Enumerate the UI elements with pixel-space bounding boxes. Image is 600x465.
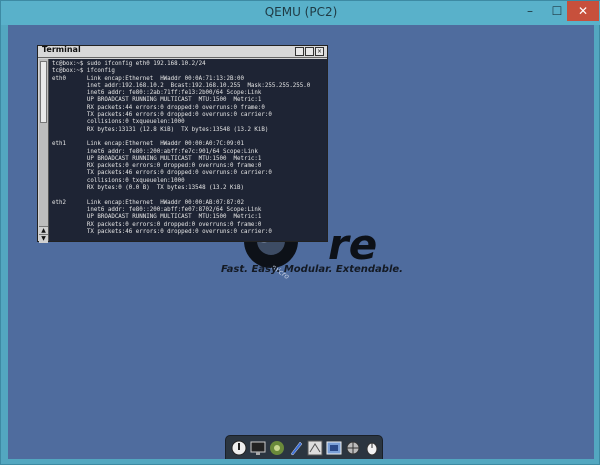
terminal-titlebar[interactable]: Terminal × [38, 45, 327, 58]
control-panel-icon[interactable] [306, 439, 324, 457]
packages-icon[interactable] [268, 439, 286, 457]
wbar-dock [225, 435, 383, 459]
editor-icon[interactable] [287, 439, 305, 457]
mouse-icon[interactable] [363, 439, 381, 457]
tagline: Fast. Easy. Modular. Extendable. [221, 264, 403, 275]
network-icon[interactable] [344, 439, 362, 457]
power-icon[interactable] [230, 439, 248, 457]
terminal-maximize-button[interactable] [305, 47, 314, 56]
terminal-window[interactable]: Terminal × ▲ ▼ tc@box:~$ sudo ifconfig e… [37, 45, 328, 243]
terminal-text: tc@box:~$ sudo ifconfig eth0 192.168.10.… [52, 61, 311, 235]
terminal-scrollbar[interactable]: ▲ ▼ [39, 59, 49, 243]
window-title: QEMU (PC2) [264, 5, 338, 19]
terminal-close-button[interactable]: × [315, 47, 324, 56]
minimize-button[interactable]: – [517, 1, 543, 21]
terminal-title: Terminal [42, 45, 81, 54]
vm-screen[interactable]: re my micro Fast. Easy. Modular. Extenda… [8, 25, 594, 459]
close-button[interactable]: ✕ [567, 1, 599, 21]
apps-icon[interactable] [325, 439, 343, 457]
qemu-window: QEMU (PC2) – ☐ ✕ re my micro Fast. Easy.… [0, 0, 600, 465]
scroll-down-arrow-icon[interactable]: ▼ [39, 234, 48, 243]
logo-text: re [328, 220, 377, 269]
terminal-minimize-button[interactable] [295, 47, 304, 56]
window-titlebar[interactable]: QEMU (PC2) – ☐ ✕ [1, 1, 600, 25]
terminal-output[interactable]: tc@box:~$ sudo ifconfig eth0 192.168.10.… [49, 59, 327, 241]
scrollbar-thumb[interactable] [40, 61, 47, 123]
monitor-icon[interactable] [249, 439, 267, 457]
